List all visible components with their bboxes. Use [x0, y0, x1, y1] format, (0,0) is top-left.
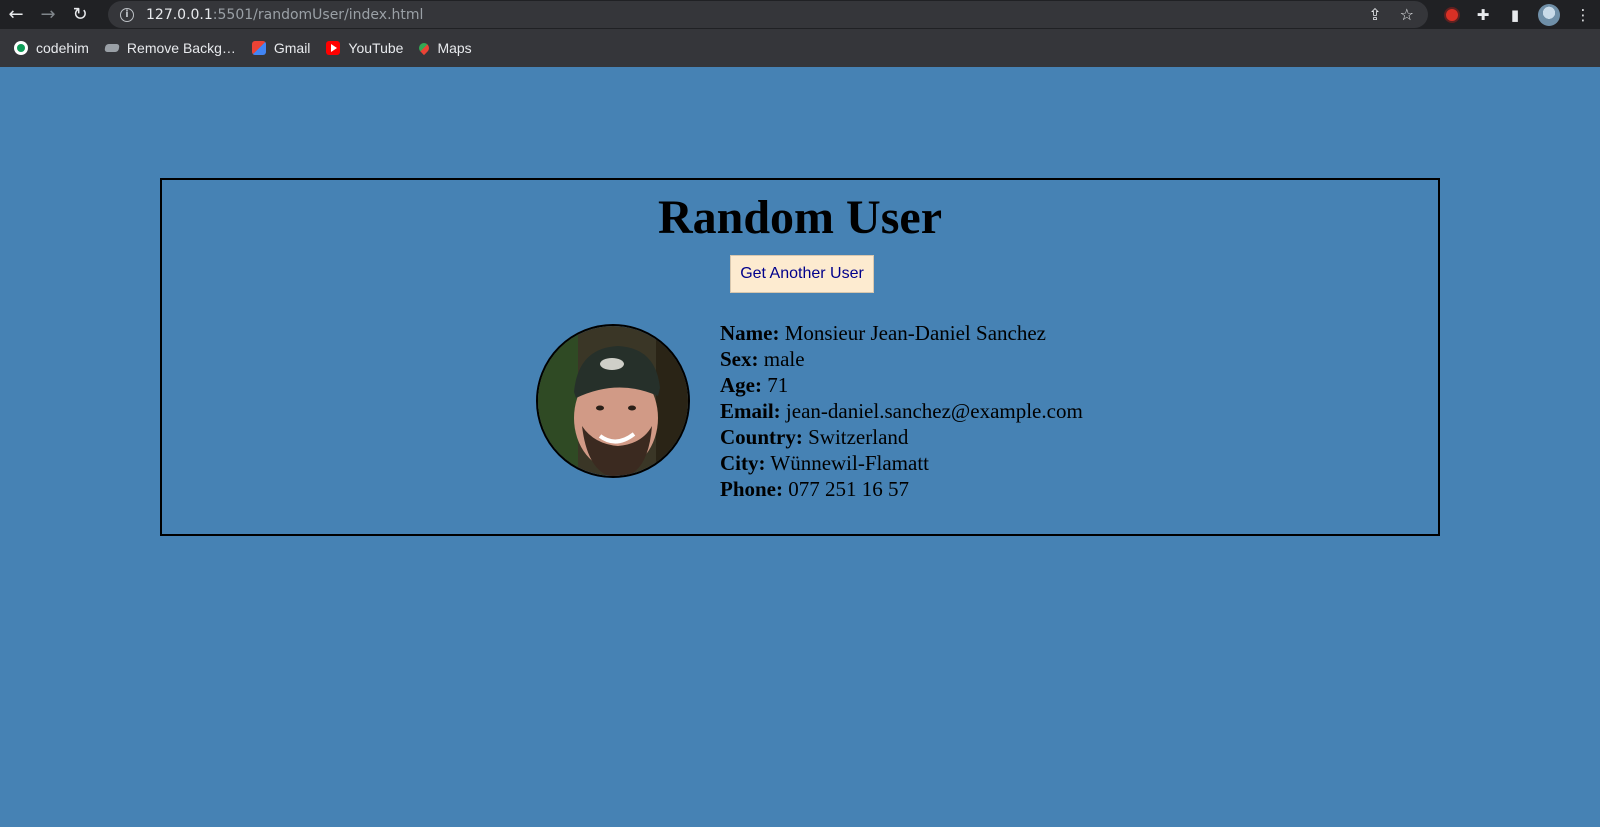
user-avatar	[536, 324, 690, 478]
url-host: 127.0.0.1	[146, 6, 213, 23]
codehim-favicon-icon	[14, 41, 28, 55]
country-value: Switzerland	[808, 425, 909, 449]
user-country-row: Country: Switzerland	[720, 424, 1083, 450]
email-label: Email:	[720, 399, 781, 423]
address-bar[interactable]: i 127.0.0.1:5501/randomUser/index.html ⇪…	[108, 1, 1428, 28]
forward-arrow-icon[interactable]: →	[32, 0, 64, 29]
get-another-user-button[interactable]: Get Another User	[730, 255, 874, 293]
bookmark-remove-background[interactable]: Remove Backg…	[104, 40, 236, 56]
bookmark-label: YouTube	[348, 40, 404, 56]
user-sex-row: Sex: male	[720, 346, 1083, 372]
bookmark-youtube[interactable]: YouTube	[326, 40, 403, 56]
sex-value: male	[763, 347, 805, 371]
bookmark-label: Gmail	[273, 40, 311, 56]
age-label: Age:	[720, 373, 762, 397]
country-label: Country:	[720, 425, 803, 449]
phone-value: 077 251 16 57	[788, 477, 909, 501]
email-value: jean-daniel.sanchez@example.com	[785, 399, 1083, 423]
city-value: Wünnewil-Flamatt	[770, 451, 930, 475]
bookmark-label: codehim	[36, 40, 89, 56]
remove-bg-favicon-icon	[104, 44, 120, 52]
profile-avatar-icon[interactable]	[1538, 3, 1560, 26]
url-path: :5501/randomUser/index.html	[212, 6, 424, 23]
bookmark-codehim[interactable]: codehim	[14, 40, 89, 56]
user-phone-row: Phone: 077 251 16 57	[720, 476, 1083, 502]
user-photo-icon	[538, 326, 688, 476]
menu-kebab-icon[interactable]: ⋮	[1574, 6, 1592, 24]
back-arrow-icon[interactable]: ←	[0, 0, 32, 29]
extensions-puzzle-icon[interactable]: ✚	[1474, 6, 1492, 24]
sex-label: Sex:	[720, 347, 759, 371]
user-email-row: Email: jean-daniel.sanchez@example.com	[720, 398, 1083, 424]
user-age-row: Age: 71	[720, 372, 1083, 398]
user-city-row: City: Wünnewil-Flamatt	[720, 450, 1083, 476]
user-name-row: Name: Monsieur Jean-Daniel Sanchez	[720, 320, 1083, 346]
youtube-favicon-icon	[326, 41, 341, 55]
bookmark-maps[interactable]: Maps	[417, 40, 472, 56]
age-value: 71	[767, 373, 789, 397]
name-value: Monsieur Jean-Daniel Sanchez	[784, 321, 1046, 345]
side-panel-icon[interactable]: ▮	[1506, 6, 1524, 24]
bookmark-gmail[interactable]: Gmail	[251, 40, 311, 56]
reload-icon[interactable]: ↻	[64, 0, 96, 29]
maps-favicon-icon	[417, 40, 432, 56]
name-label: Name:	[720, 321, 780, 345]
phone-label: Phone:	[720, 477, 783, 501]
bookmark-label: Remove Backg…	[126, 40, 236, 56]
share-icon[interactable]: ⇪	[1368, 5, 1381, 24]
user-card: Random User Get Another User Name: Monsi…	[160, 178, 1440, 536]
user-details: Name: Monsieur Jean-Daniel Sanchez Sex: …	[720, 320, 1083, 502]
city-label: City:	[720, 451, 766, 475]
extension-shield-icon[interactable]	[1444, 6, 1460, 23]
bookmark-star-icon[interactable]: ☆	[1400, 5, 1414, 24]
browser-toolbar: ← → ↻ i 127.0.0.1:5501/randomUser/index.…	[0, 0, 1600, 29]
page-title: Random User	[658, 191, 942, 244]
address-url[interactable]: 127.0.0.1:5501/randomUser/index.html	[146, 7, 423, 23]
bookmark-label: Maps	[437, 40, 472, 56]
site-info-icon[interactable]: i	[120, 7, 134, 22]
bookmarks-bar: codehim Remove Backg… Gmail YouTube Maps	[0, 29, 1600, 67]
gmail-favicon-icon	[251, 41, 266, 55]
